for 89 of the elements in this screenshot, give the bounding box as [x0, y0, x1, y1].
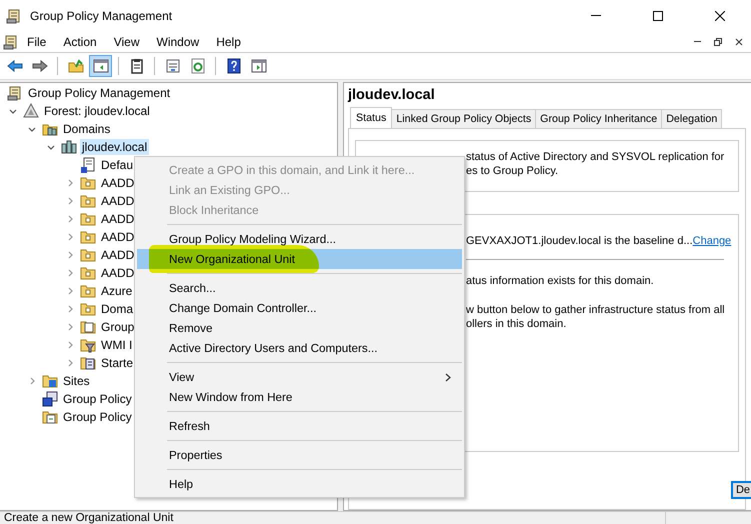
- change-link[interactable]: Change: [692, 234, 732, 248]
- context-menu-item[interactable]: Properties: [137, 445, 462, 465]
- window-title: Group Policy Management: [30, 8, 172, 22]
- modeling-icon: [42, 391, 58, 407]
- back-arrow-icon: [6, 58, 22, 74]
- app-icon: [3, 34, 19, 50]
- menu-item[interactable]: Action: [55, 34, 106, 48]
- context-menu-item[interactable]: Search...: [137, 278, 462, 298]
- info-text: w button below to gather infrastructure status from all: [466, 303, 725, 317]
- baseline-text: GEVXAXJOT1.jloudev.local is the baseline d...: [466, 234, 693, 248]
- context-menu-item[interactable]: Change Domain Controller...: [137, 298, 462, 318]
- tree-item[interactable]: Azure: [99, 283, 134, 299]
- tab[interactable]: Status: [350, 107, 392, 129]
- tree-item[interactable]: Defau: [99, 157, 136, 173]
- menu-item[interactable]: View: [106, 34, 148, 48]
- tree-item[interactable]: Group Policy: [61, 409, 134, 425]
- toolbar-separator: [118, 57, 119, 75]
- folder-icon: [80, 175, 96, 191]
- server-icon: [61, 139, 77, 155]
- context-menu-item[interactable]: Remove: [137, 318, 462, 338]
- status-text: atus information exists for this domain.: [466, 274, 654, 288]
- console-tree-icon: [92, 58, 108, 74]
- forward-arrow-icon: [32, 58, 48, 74]
- info-text: es to Group Policy.: [466, 164, 558, 178]
- properties-icon: [164, 58, 180, 74]
- info-text: status of Active Directory and SYSVOL replication for: [466, 150, 724, 164]
- toolbar-separator: [215, 57, 216, 75]
- folder-icon: [80, 247, 96, 263]
- results-folder-icon: [42, 409, 58, 425]
- maximize-icon: [653, 10, 663, 20]
- restore-icon: [714, 38, 722, 46]
- toolbar-separator: [154, 57, 155, 75]
- app-icon: [6, 8, 22, 24]
- clipboard-icon: [128, 58, 144, 74]
- tree-item[interactable]: Group Policy: [61, 391, 134, 407]
- folder-icon: [80, 211, 96, 227]
- toolbar-button[interactable]: [89, 55, 112, 77]
- document-folder-icon: [80, 319, 96, 335]
- folder-icon: [80, 283, 96, 299]
- tree-item[interactable]: Forest: jloudev.local: [42, 103, 152, 119]
- folder-up-icon: [68, 58, 84, 74]
- refresh-icon: [190, 58, 206, 74]
- linked-document-icon: [80, 157, 96, 173]
- minimize-icon: [694, 41, 700, 42]
- tree-item[interactable]: AADD: [99, 265, 136, 281]
- context-menu-item[interactable]: Help: [137, 474, 462, 494]
- tree-item[interactable]: Sites: [61, 373, 92, 389]
- tree-item[interactable]: AADD: [99, 211, 136, 227]
- tree-item[interactable]: Starte: [99, 355, 136, 371]
- folder-icon: [80, 301, 96, 317]
- pane-heading: jloudev.local: [348, 86, 436, 104]
- context-menu-item[interactable]: Group Policy Modeling Wizard...: [137, 229, 462, 249]
- starter-folder-icon: [80, 355, 96, 371]
- tree-item[interactable]: jloudev.local: [80, 139, 150, 155]
- menu-item[interactable]: Window: [148, 34, 208, 48]
- filter-folder-icon: [80, 337, 96, 353]
- detect-button[interactable]: De: [730, 481, 751, 499]
- sites-folder-icon: [42, 373, 58, 389]
- close-icon: [735, 38, 743, 46]
- tree-item[interactable]: AADD: [99, 193, 136, 209]
- status-text: Create a new Organizational Unit: [3, 512, 174, 524]
- context-menu-item[interactable]: View: [137, 367, 462, 387]
- action-pane-icon: [250, 58, 266, 74]
- tab[interactable]: Delegation: [661, 109, 722, 128]
- scroll-icon: [7, 85, 23, 101]
- minimize-icon: [591, 15, 601, 16]
- help-icon: [226, 58, 242, 74]
- close-icon: [715, 10, 725, 20]
- context-menu-item[interactable]: Refresh: [137, 416, 462, 436]
- tree-item[interactable]: AADD: [99, 229, 136, 245]
- context-menu-item[interactable]: Active Directory Users and Computers...: [137, 338, 462, 358]
- tree-item[interactable]: Group Policy Management: [26, 85, 172, 101]
- tree-item[interactable]: Doma: [99, 301, 136, 317]
- context-menu-item[interactable]: New Window from Here: [137, 387, 462, 407]
- info-text: ollers in this domain.: [466, 317, 566, 331]
- toolbar-separator: [57, 57, 58, 75]
- folder-icon: [80, 193, 96, 209]
- menu-item[interactable]: Help: [208, 34, 250, 48]
- tab[interactable]: Linked Group Policy Objects: [391, 109, 536, 128]
- tree-item[interactable]: AADD: [99, 247, 136, 263]
- tab[interactable]: Group Policy Inheritance: [535, 109, 662, 128]
- menu-item[interactable]: File: [19, 34, 56, 48]
- folder-icon: [80, 265, 96, 281]
- tree-item[interactable]: WMI I: [99, 337, 134, 353]
- forest-icon: [23, 103, 39, 119]
- tree-item[interactable]: Domains: [61, 121, 112, 137]
- tree-item[interactable]: Group: [99, 319, 136, 335]
- folder-icon: [80, 229, 96, 245]
- tree-item[interactable]: AADD: [99, 175, 136, 191]
